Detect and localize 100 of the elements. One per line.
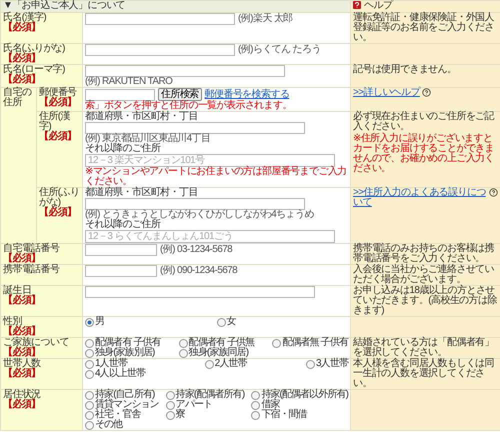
- text-field[interactable]: [85, 13, 235, 25]
- field-label: 氏名(漢字): [3, 13, 48, 23]
- example-text: (例) 東京都品川区東品川4丁目: [85, 133, 210, 144]
- help-text: 本人様を含む同居人数もしくは同一生計の人数を選択してください。: [353, 359, 496, 389]
- radio-option[interactable]: 持家(配偶者以外所有): [251, 390, 348, 400]
- help-text: 携帯電話のみお持ちのお客様は携帯電話番号をご入力ください。: [353, 244, 496, 264]
- radio-option[interactable]: 4人以上世帯: [85, 369, 146, 379]
- radio-button[interactable]: [272, 338, 282, 348]
- field-label: 携帯電話番号: [3, 265, 60, 275]
- field-label: 郵便番号: [39, 88, 78, 98]
- address-field[interactable]: [85, 198, 305, 210]
- radio-button[interactable]: [85, 348, 94, 358]
- radio-button[interactable]: [85, 410, 94, 420]
- help-text: 入会後に当社からご連絡させていただく場合がございます。: [353, 265, 496, 285]
- radio-button[interactable]: [166, 400, 175, 410]
- radio-button[interactable]: [85, 370, 94, 378]
- required-label: 【必須】: [3, 400, 42, 410]
- radio-option[interactable]: 独身(家族別居): [85, 348, 161, 358]
- radio-option[interactable]: 持家(配偶者所有): [166, 390, 244, 400]
- radio-option[interactable]: その他: [85, 420, 159, 430]
- help-text: 運転免許証・健康保険証・外国人登録証等のお名前をご入力ください。: [353, 13, 496, 43]
- help-link[interactable]: >>住所入力のよくある誤りについて: [353, 188, 488, 208]
- note-text: 索」ボタンを押すと住所の一覧が表示されます。: [85, 101, 293, 111]
- required-label: 【必須】: [3, 296, 42, 306]
- required-label: 【必須】: [3, 327, 42, 337]
- help-link[interactable]: >>詳しいヘルプ: [353, 88, 420, 98]
- radio-button[interactable]: [85, 318, 94, 326]
- example-text: (例) とうきょうとしながわくひがししながわ4ちょうめ: [85, 209, 314, 220]
- radio-option[interactable]: 配偶者有 子供有: [85, 338, 161, 348]
- phone-field[interactable]: [85, 244, 157, 256]
- text-field[interactable]: [85, 44, 235, 56]
- radio-option[interactable]: アパート: [166, 400, 244, 410]
- postal-search-link[interactable]: 郵便番号を検索する: [204, 90, 290, 100]
- example-text: (例) 03-1234-5678: [160, 245, 232, 255]
- radio-button[interactable]: [251, 400, 260, 410]
- radio-option[interactable]: 男: [85, 317, 104, 327]
- radio-option[interactable]: 独身(家族同居): [178, 348, 254, 358]
- field-label: 居住状況: [3, 390, 42, 400]
- help-text: 結婚されている方は「配偶者有」を選択してください。: [353, 338, 496, 358]
- radio-option[interactable]: 女: [216, 317, 236, 327]
- help-icon: [422, 88, 431, 97]
- example-text: (例)楽天 太郎: [238, 14, 293, 24]
- radio-option[interactable]: 社宅・官舎: [85, 410, 159, 420]
- postal-code-field[interactable]: [85, 88, 155, 100]
- field-label: 住所(漢字): [39, 112, 70, 132]
- radio-button[interactable]: [85, 360, 94, 368]
- field-caption: 都道府県・市区町村・丁目: [85, 112, 199, 122]
- radio-button[interactable]: [85, 420, 94, 430]
- required-label: 【必須】: [3, 254, 41, 264]
- radio-button[interactable]: [251, 390, 260, 400]
- field-label: 誕生日: [3, 286, 32, 296]
- radio-button[interactable]: [216, 318, 226, 326]
- phone-field[interactable]: [85, 265, 157, 277]
- help-text: 必ず現在お住まいのご住所をご記入ください。: [353, 112, 496, 132]
- radio-option[interactable]: 下宿・間借: [251, 410, 348, 420]
- required-label: 【必須】: [39, 98, 78, 108]
- field-label: 自宅の住所: [3, 88, 32, 108]
- required-label: 【必須】: [3, 54, 42, 64]
- required-label: 【必須】: [39, 208, 78, 218]
- radio-button[interactable]: [85, 338, 94, 348]
- required-label: 【必須】: [39, 132, 78, 142]
- required-label: 【必須】: [3, 23, 41, 33]
- radio-button[interactable]: [178, 348, 188, 358]
- radio-button[interactable]: [85, 400, 94, 410]
- address-search-button[interactable]: 住所検索: [158, 88, 202, 101]
- required-label: 【必須】: [3, 348, 42, 358]
- radio-option[interactable]: 借家: [251, 400, 348, 410]
- radio-option[interactable]: 寮: [166, 410, 244, 420]
- example-text: (例) RAKUTEN TARO: [85, 76, 172, 87]
- field-caption: それ以降のご住所: [85, 220, 162, 230]
- radio-option[interactable]: 配偶者有 子供無: [178, 338, 254, 348]
- radio-button[interactable]: [251, 410, 260, 420]
- radio-option[interactable]: 持家(自己所有): [85, 390, 159, 400]
- required-label: 【必須】: [3, 75, 42, 85]
- section-title: ▼「お申込ご本人」について: [3, 1, 126, 11]
- field-label: 住所(ふりがな): [39, 188, 80, 208]
- example-text: (例)らくてん たろう: [238, 45, 321, 55]
- radio-button[interactable]: [166, 390, 175, 400]
- radio-button[interactable]: [166, 410, 175, 420]
- field-label: 性別: [3, 317, 22, 327]
- radio-option[interactable]: 2人世帯: [204, 359, 247, 369]
- help-text: 記号は使用できません。: [353, 65, 458, 75]
- radio-button[interactable]: [85, 390, 94, 400]
- date-field[interactable]: [85, 286, 315, 298]
- radio-option[interactable]: 1人世帯: [85, 359, 146, 369]
- text-field[interactable]: [85, 65, 285, 77]
- radio-button[interactable]: [306, 360, 316, 368]
- radio-option[interactable]: 3人世帯: [306, 359, 348, 369]
- radio-button[interactable]: [178, 338, 188, 348]
- radio-button[interactable]: [204, 360, 214, 368]
- radio-option[interactable]: 賃貸マンション: [85, 400, 159, 410]
- field-label: 自宅電話番号: [3, 244, 60, 254]
- example-text: (例) 090-1234-5678: [160, 266, 238, 276]
- help-icon: [353, 1, 362, 10]
- field-caption: 都道府県・市区町村・丁目: [85, 188, 199, 198]
- field-label: 世帯人数: [3, 359, 42, 369]
- radio-option[interactable]: 配偶者無 子供有: [272, 338, 348, 348]
- field-caption: それ以降のご住所: [85, 144, 162, 154]
- address-field[interactable]: [85, 122, 305, 134]
- help-icon: [489, 188, 498, 197]
